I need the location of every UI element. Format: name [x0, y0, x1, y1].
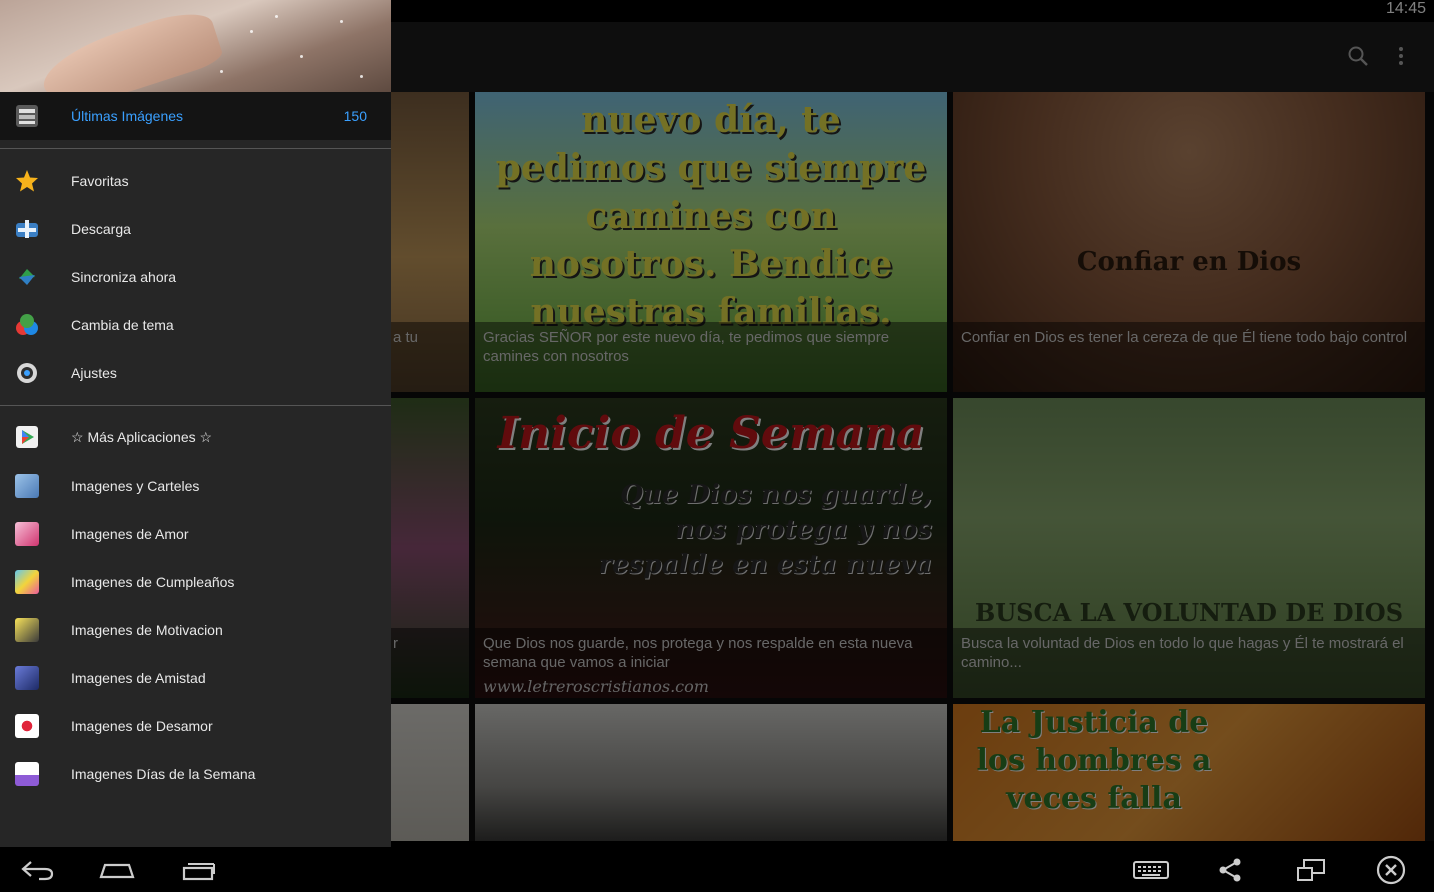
- drawer-item-label: Descarga: [71, 221, 131, 237]
- status-clock: 14:45: [1385, 0, 1426, 17]
- tile-image-text: Confiar en Dios: [1076, 247, 1302, 277]
- recent-apps-icon[interactable]: [176, 855, 220, 885]
- back-icon[interactable]: [15, 855, 59, 885]
- home-icon[interactable]: [95, 855, 139, 885]
- drawer-item-label: Imagenes Días de la Semana: [71, 766, 256, 782]
- theme-icon: [15, 313, 39, 337]
- overflow-menu-icon[interactable]: [1383, 38, 1419, 74]
- drawer-divider: [0, 405, 391, 406]
- grid-tile[interactable]: La Justicia de los hombres a veces falla: [953, 704, 1425, 841]
- grid-tile[interactable]: Inicio de Semana Que Dios nos guarde, no…: [475, 398, 947, 698]
- app-icon: [15, 570, 39, 594]
- drawer-item-label: Últimas Imágenes: [71, 108, 184, 124]
- search-icon[interactable]: [1340, 38, 1376, 74]
- share-icon[interactable]: [1208, 855, 1252, 885]
- drawer-item-label: Cambia de tema: [71, 317, 174, 333]
- drawer-divider: [0, 148, 391, 149]
- app-icon: [15, 618, 39, 642]
- drawer-item-label: Imagenes de Desamor: [71, 718, 213, 734]
- drawer-item-label: Imagenes de Amor: [71, 526, 189, 542]
- star-icon: [15, 169, 39, 193]
- drawer-item-imagenes-motivacion[interactable]: Imagenes de Motivacion: [0, 606, 391, 654]
- tile-image-text: La Justicia de los hombres a veces falla: [976, 705, 1212, 816]
- app-icon: [15, 762, 39, 786]
- drawer-item-label: Imagenes de Cumpleaños: [71, 574, 235, 590]
- drawer-item-label: Imagenes de Amistad: [71, 670, 206, 686]
- hands-image: [35, 3, 225, 92]
- drawer-item-imagenes-cumpleanos[interactable]: Imagenes de Cumpleaños: [0, 558, 391, 606]
- drawer-item-mas-aplicaciones[interactable]: ☆ Más Aplicaciones ☆: [0, 413, 391, 461]
- settings-icon: [15, 361, 39, 385]
- drawer-item-sincroniza[interactable]: Sincroniza ahora: [0, 253, 391, 301]
- drawer-item-descarga[interactable]: Descarga: [0, 205, 391, 253]
- grid-tile[interactable]: [475, 704, 947, 841]
- drawer-item-latest-images[interactable]: Últimas Imágenes 150: [0, 92, 391, 140]
- navigation-drawer: Últimas Imágenes 150 Favoritas Descarga …: [0, 0, 391, 847]
- grid-tile[interactable]: BUSCA LA VOLUNTAD DE DIOS Busca la volun…: [953, 398, 1425, 698]
- drawer-item-label: Imagenes y Carteles: [71, 478, 200, 494]
- app-icon: [15, 714, 39, 738]
- close-icon[interactable]: [1369, 855, 1413, 885]
- drawer-header-image: [0, 0, 391, 92]
- drawer-item-count: 150: [343, 108, 367, 124]
- latest-images-icon: [15, 104, 39, 128]
- app-icon: [15, 474, 39, 498]
- drawer-item-imagenes-carteles[interactable]: Imagenes y Carteles: [0, 462, 391, 510]
- tile-image-subtext: Que Dios nos guarde, nos protega y nos r…: [598, 480, 932, 580]
- tile-caption: Busca la voluntad de Dios en todo lo que…: [953, 628, 1425, 698]
- app-icon: [15, 666, 39, 690]
- tile-caption: Confiar en Dios es tener la cereza de qu…: [953, 322, 1425, 392]
- tile-image: [475, 704, 947, 841]
- drawer-item-imagenes-dias-semana[interactable]: Imagenes Días de la Semana: [0, 750, 391, 798]
- screen-rotate-icon[interactable]: [1289, 855, 1333, 885]
- sync-icon: [15, 265, 39, 289]
- drawer-item-imagenes-amor[interactable]: Imagenes de Amor: [0, 510, 391, 558]
- tile-image-text: BUSCA LA VOLUNTAD DE DIOS: [974, 598, 1404, 627]
- drawer-item-label: Favoritas: [71, 173, 129, 189]
- drawer-item-label: Sincroniza ahora: [71, 269, 177, 285]
- app-icon: [15, 522, 39, 546]
- drawer-item-tema[interactable]: Cambia de tema: [0, 301, 391, 349]
- keyboard-icon[interactable]: [1129, 855, 1173, 885]
- drawer-item-label: Imagenes de Motivacion: [71, 622, 223, 638]
- system-nav-bar: [0, 847, 1434, 892]
- grid-tile[interactable]: nuevo día, te pedimos que siempre camine…: [475, 92, 947, 392]
- drawer-item-favoritas[interactable]: Favoritas: [0, 157, 391, 205]
- tile-image-text: Inicio de Semana: [497, 408, 925, 459]
- drawer-item-label: ☆ Más Aplicaciones ☆: [71, 428, 213, 445]
- grid-tile[interactable]: Confiar en Dios Confiar en Dios es tener…: [953, 92, 1425, 392]
- download-icon: [15, 217, 39, 241]
- drawer-item-ajustes[interactable]: Ajustes: [0, 349, 391, 397]
- play-store-icon: [15, 425, 39, 449]
- drawer-item-imagenes-amistad[interactable]: Imagenes de Amistad: [0, 654, 391, 702]
- tile-watermark: www.letreroscristianos.com: [483, 677, 709, 696]
- drawer-item-label: Ajustes: [71, 365, 117, 381]
- tile-caption: Gracias SEÑOR por este nuevo día, te ped…: [475, 322, 947, 392]
- tile-image-text: nuevo día, te pedimos que siempre camine…: [495, 99, 927, 333]
- drawer-item-imagenes-desamor[interactable]: Imagenes de Desamor: [0, 702, 391, 750]
